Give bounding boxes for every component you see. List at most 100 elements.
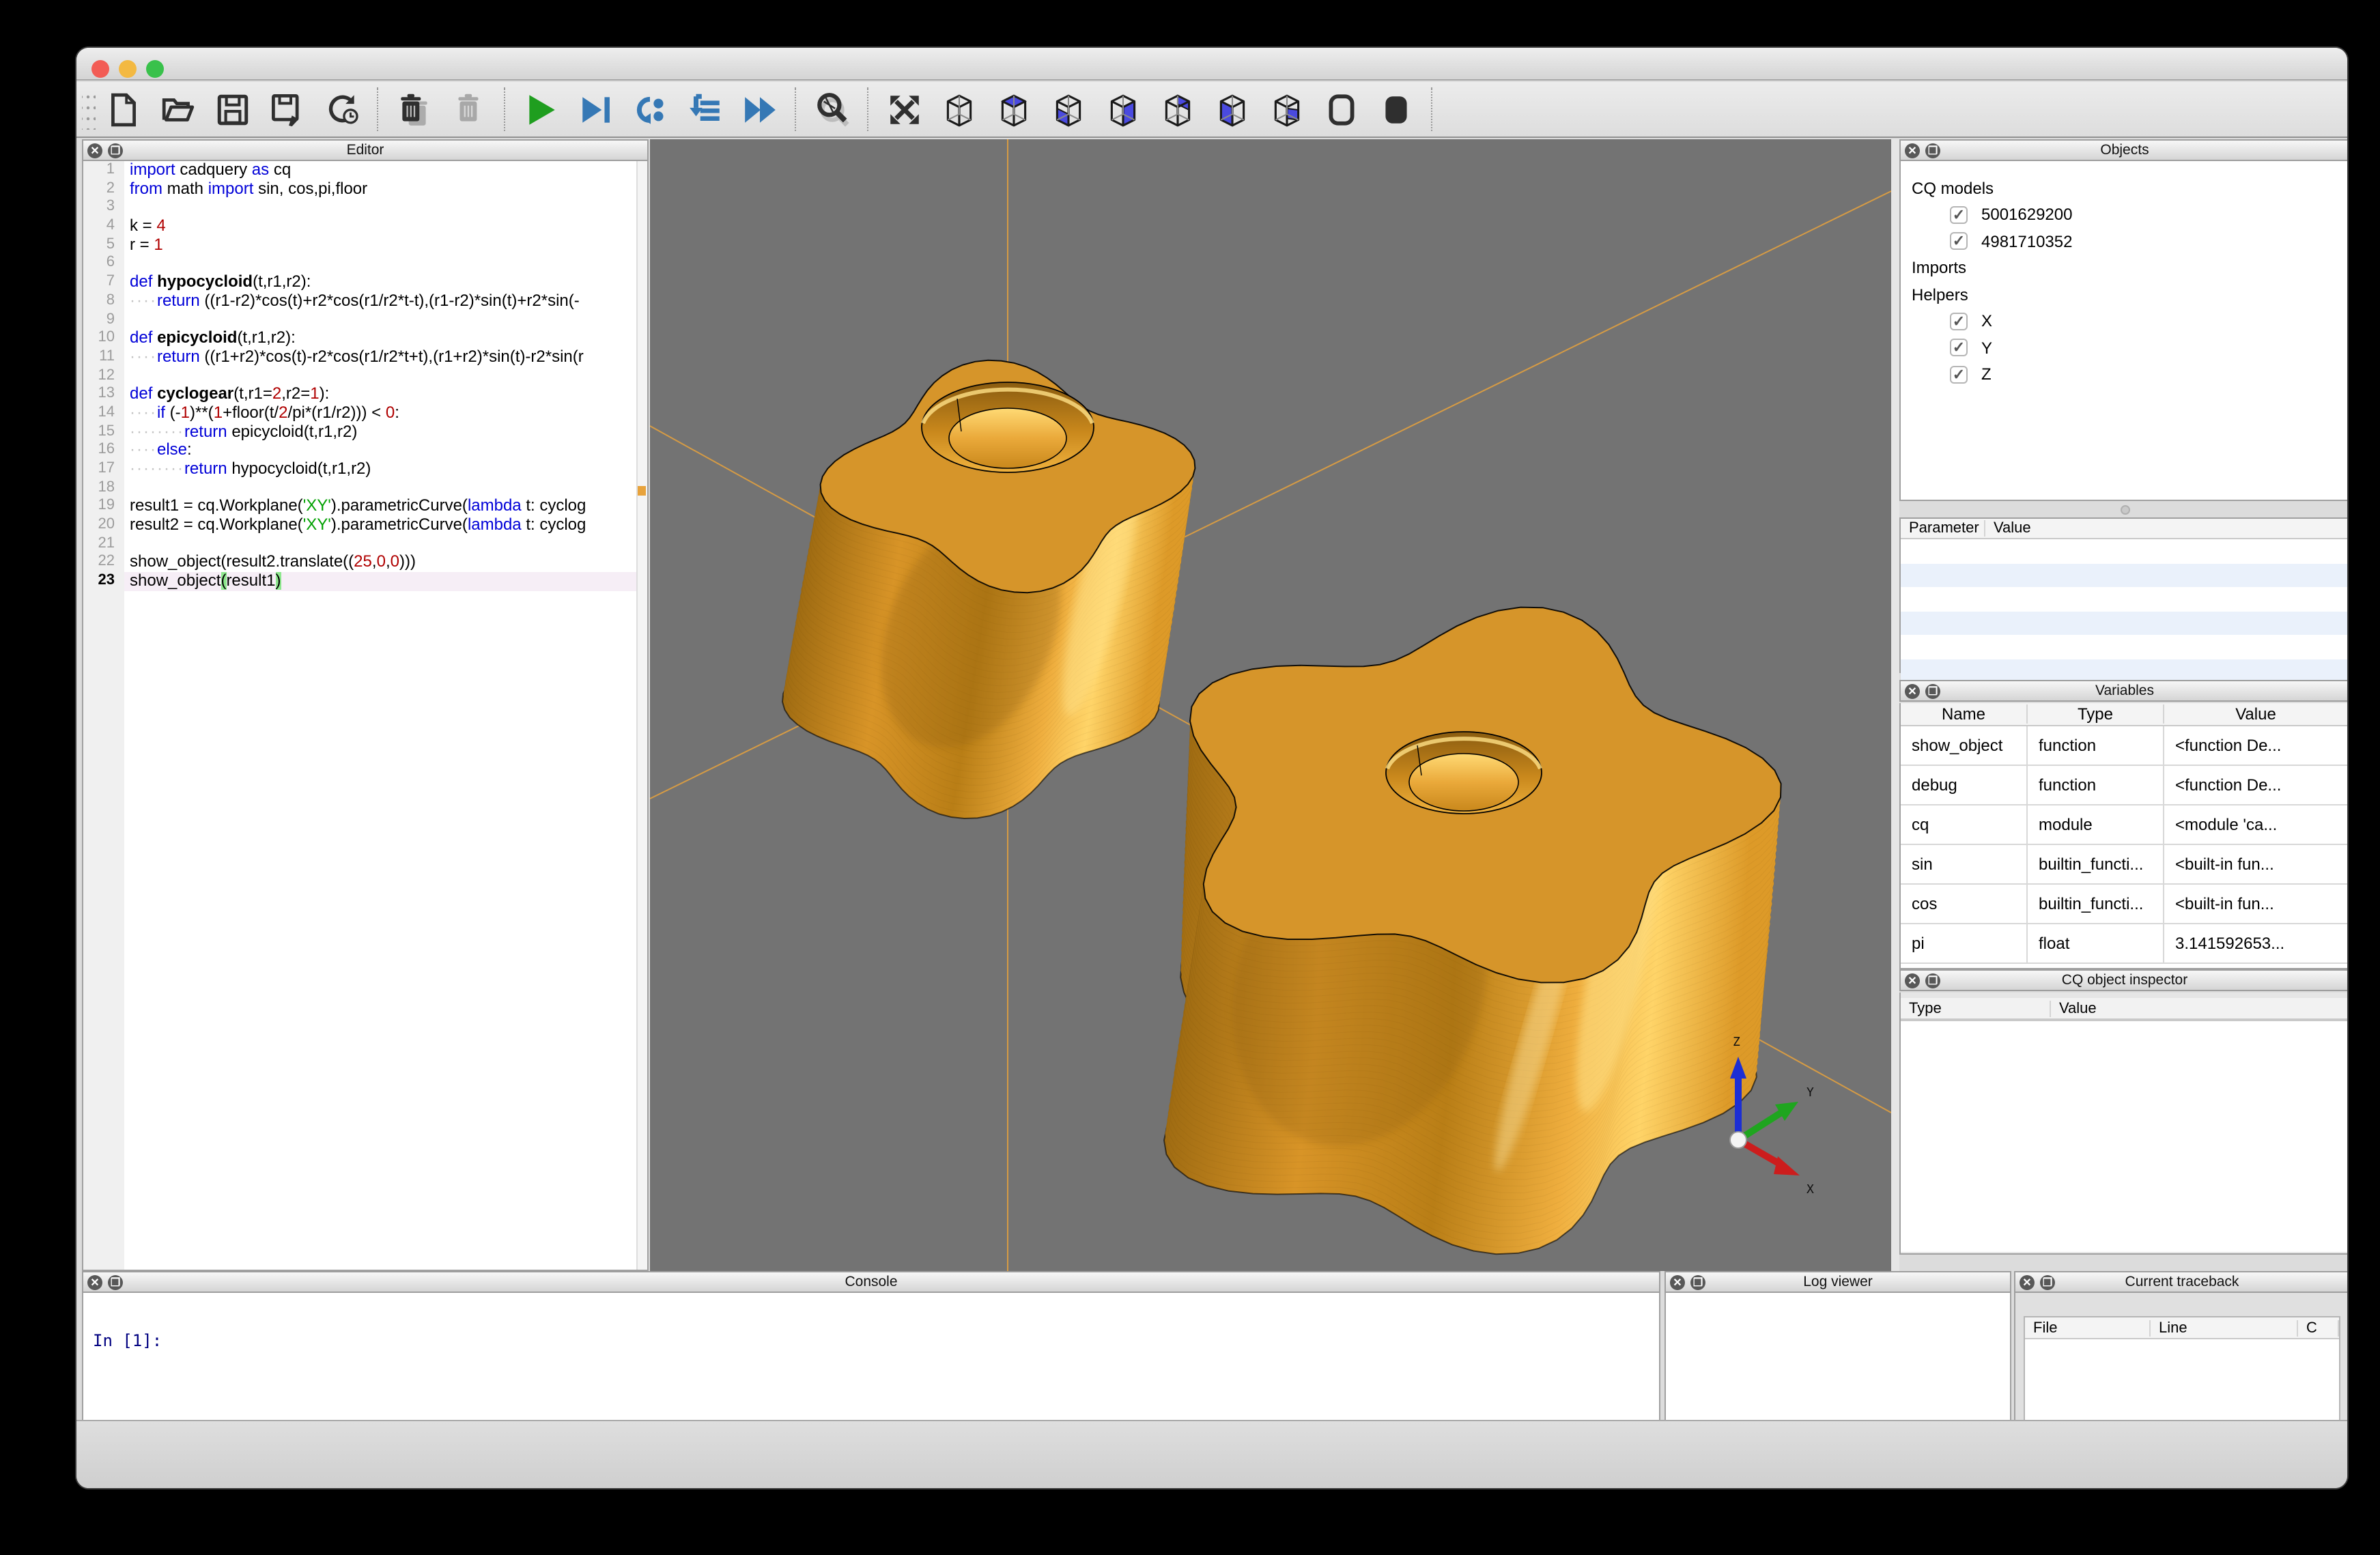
3d-viewport[interactable]: Z Y X xyxy=(650,139,1891,1271)
code-line[interactable]: 15········return epicycloid(t,r1,r2) xyxy=(83,423,647,441)
save-button[interactable] xyxy=(205,86,259,132)
variable-row-sin[interactable]: sinbuiltin_functi...<built-in fun... xyxy=(1901,845,2349,885)
fit-view-button[interactable] xyxy=(877,86,931,132)
tree-item-x[interactable]: ✓X xyxy=(1912,308,2349,334)
step-into-button[interactable] xyxy=(677,86,732,132)
code-lines[interactable]: 1import cadquery as cq2from math import … xyxy=(83,161,647,1270)
code-line[interactable]: 18 xyxy=(83,479,647,497)
code-editor[interactable]: 1import cadquery as cq2from math import … xyxy=(82,161,649,1271)
view-right-button[interactable] xyxy=(1259,86,1314,132)
code-line[interactable]: 8····return ((r1-r2)*cos(t)+r2*cos(r1/r2… xyxy=(83,292,647,311)
code-line[interactable]: 11····return ((r1+r2)*cos(t)-r2*cos(r1/r… xyxy=(83,348,647,367)
close-icon[interactable]: ✕ xyxy=(1670,1275,1685,1290)
float-icon[interactable]: ❐ xyxy=(2040,1275,2055,1290)
close-icon[interactable]: ✕ xyxy=(1905,684,1920,699)
view-iso-button[interactable] xyxy=(931,86,986,132)
close-window-button[interactable] xyxy=(91,60,109,78)
open-file-button[interactable] xyxy=(150,86,205,132)
variable-row-pi[interactable]: pifloat3.141592653... xyxy=(1901,924,2349,964)
code-line[interactable]: 7def hypocycloid(t,r1,r2): xyxy=(83,273,647,291)
variables-col-name[interactable]: Name xyxy=(1901,704,2028,724)
float-icon[interactable]: ❐ xyxy=(1925,143,1940,158)
code-line[interactable]: 5r = 1 xyxy=(83,236,647,255)
step-over-button[interactable] xyxy=(623,86,677,132)
code-line[interactable]: 2from math import sin, cos,pi,floor xyxy=(83,180,647,198)
tree-item-5001629200[interactable]: ✓5001629200 xyxy=(1912,201,2349,228)
float-icon[interactable]: ❐ xyxy=(1690,1275,1705,1290)
delete-disabled-button[interactable] xyxy=(441,86,496,132)
code-line[interactable]: 21 xyxy=(83,535,647,554)
parameters-col-value[interactable]: Value xyxy=(1985,520,2349,537)
toolbar-drag-handle[interactable] xyxy=(82,89,96,130)
run-button[interactable] xyxy=(513,86,568,132)
editor-scrollbar[interactable] xyxy=(636,161,647,1270)
code-line[interactable]: 12 xyxy=(83,367,647,385)
screenshot-button[interactable] xyxy=(804,86,859,132)
objects-params-splitter[interactable] xyxy=(1899,501,2349,517)
float-icon[interactable]: ❐ xyxy=(108,1275,123,1290)
console-body[interactable]: In [1]: xyxy=(82,1293,1660,1423)
visibility-checkbox[interactable]: ✓ xyxy=(1950,206,1968,224)
code-line[interactable]: 22show_object(result2.translate((25,0,0)… xyxy=(83,554,647,572)
float-icon[interactable]: ❐ xyxy=(108,143,123,158)
traceback-col-file[interactable]: File xyxy=(2025,1319,2151,1336)
variables-col-value[interactable]: Value xyxy=(2164,704,2349,724)
float-icon[interactable]: ❐ xyxy=(1925,684,1940,699)
traceback-col-line[interactable]: Line xyxy=(2151,1319,2298,1336)
visibility-checkbox[interactable]: ✓ xyxy=(1950,339,1968,357)
tree-item-cq-models[interactable]: CQ models xyxy=(1912,175,2349,201)
minimize-window-button[interactable] xyxy=(119,60,137,78)
close-icon[interactable]: ✕ xyxy=(1905,143,1920,158)
code-line[interactable]: 10def epicycloid(t,r1,r2): xyxy=(83,329,647,347)
reload-button[interactable] xyxy=(314,86,369,132)
close-icon[interactable]: ✕ xyxy=(2020,1275,2035,1290)
tree-item-4981710352[interactable]: ✓4981710352 xyxy=(1912,228,2349,255)
save-as-button[interactable] xyxy=(259,86,314,132)
visibility-checkbox[interactable]: ✓ xyxy=(1950,313,1968,330)
view-front-button[interactable] xyxy=(1095,86,1150,132)
shaded-button[interactable] xyxy=(1368,86,1423,132)
code-line[interactable]: 3 xyxy=(83,199,647,217)
variable-row-debug[interactable]: debugfunction<function De... xyxy=(1901,766,2349,805)
visibility-checkbox[interactable]: ✓ xyxy=(1950,366,1968,384)
visibility-checkbox[interactable]: ✓ xyxy=(1950,233,1968,251)
tree-item-y[interactable]: ✓Y xyxy=(1912,334,2349,361)
code-line[interactable]: 23show_object(result1) xyxy=(83,572,647,590)
variables-col-type[interactable]: Type xyxy=(2028,704,2164,724)
code-line[interactable]: 14····if (-1)**(1+floor(t/2/pi*(r1/r2)))… xyxy=(83,404,647,423)
float-icon[interactable]: ❐ xyxy=(1925,973,1940,988)
close-icon[interactable]: ✕ xyxy=(87,143,102,158)
close-icon[interactable]: ✕ xyxy=(87,1275,102,1290)
code-line[interactable]: 9 xyxy=(83,311,647,329)
zoom-window-button[interactable] xyxy=(146,60,164,78)
inspector-col-type[interactable]: Type xyxy=(1901,1000,2051,1016)
code-line[interactable]: 4k = 4 xyxy=(83,217,647,236)
code-line[interactable]: 1import cadquery as cq xyxy=(83,161,647,180)
new-file-button[interactable] xyxy=(96,86,150,132)
delete-button[interactable] xyxy=(386,86,441,132)
code-line[interactable]: 20result2 = cq.Workplane('XY').parametri… xyxy=(83,516,647,534)
code-line[interactable]: 19result1 = cq.Workplane('XY').parametri… xyxy=(83,498,647,516)
inspector-col-value[interactable]: Value xyxy=(2051,1000,2349,1016)
code-line[interactable]: 16····else: xyxy=(83,442,647,460)
vertical-splitter[interactable] xyxy=(1891,139,1899,1271)
code-line[interactable]: 13def cyclogear(t,r1=2,r2=1): xyxy=(83,386,647,404)
tree-item-helpers[interactable]: Helpers xyxy=(1912,281,2349,308)
debug-step-button[interactable] xyxy=(568,86,623,132)
titlebar[interactable] xyxy=(76,48,2347,81)
traceback-col-code[interactable]: C xyxy=(2298,1319,2339,1336)
close-icon[interactable]: ✕ xyxy=(1905,973,1920,988)
view-bottom-button[interactable] xyxy=(1040,86,1095,132)
view-back-button[interactable] xyxy=(1150,86,1204,132)
code-line[interactable]: 6 xyxy=(83,255,647,273)
view-left-button[interactable] xyxy=(1204,86,1259,132)
code-line[interactable]: 17········return hypocycloid(t,r1,r2) xyxy=(83,460,647,479)
view-top-button[interactable] xyxy=(986,86,1040,132)
variable-row-show_object[interactable]: show_objectfunction<function De... xyxy=(1901,726,2349,766)
continue-button[interactable] xyxy=(732,86,787,132)
variable-row-cos[interactable]: cosbuiltin_functi...<built-in fun... xyxy=(1901,885,2349,924)
wireframe-button[interactable] xyxy=(1314,86,1368,132)
parameters-col-parameter[interactable]: Parameter xyxy=(1901,520,1985,537)
tree-item-z[interactable]: ✓Z xyxy=(1912,361,2349,388)
variable-row-cq[interactable]: cqmodule<module 'ca... xyxy=(1901,805,2349,845)
